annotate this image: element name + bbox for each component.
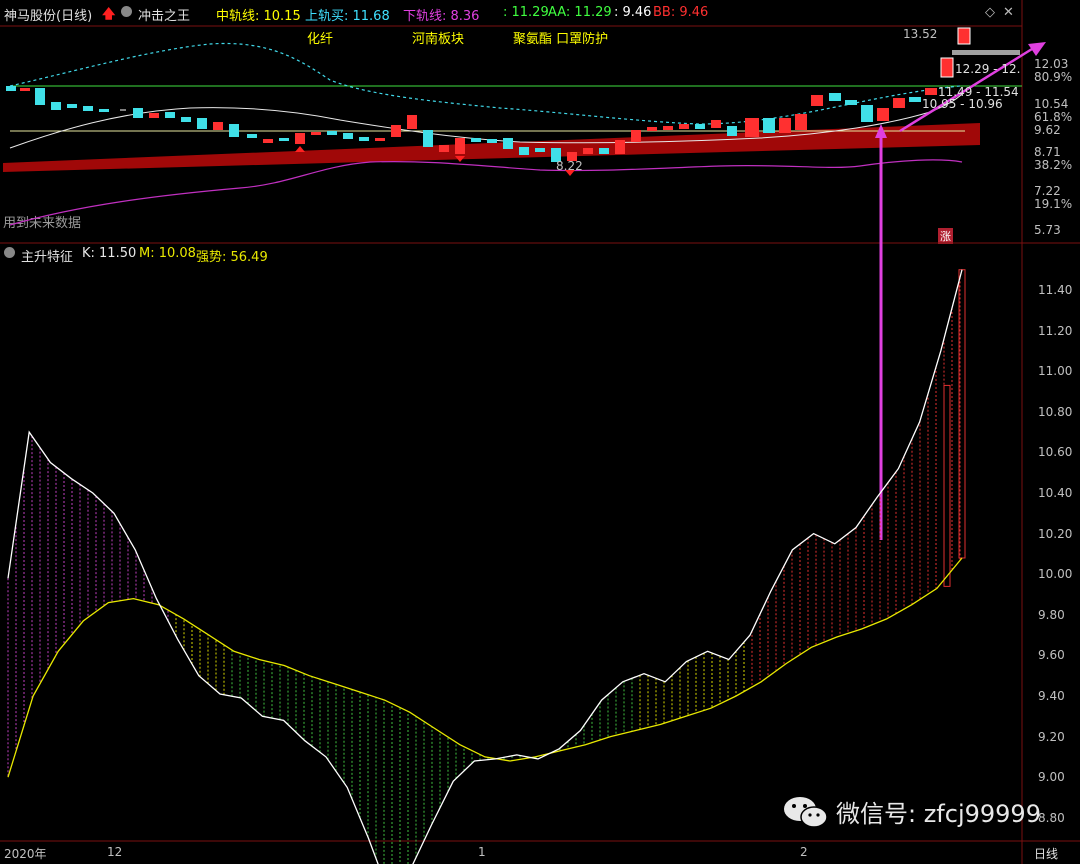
lower-channel-band	[3, 123, 980, 172]
wechat-icon	[784, 797, 828, 828]
chart-window: 神马股份(日线) 🡅 冲击之王 中轨线: 10.15 上轨买: 11.68 下轨…	[0, 0, 1080, 864]
m-line	[7, 557, 963, 778]
sub-chart	[7, 269, 966, 864]
watermark: 微信号: zfcj99999	[836, 800, 1041, 828]
main-axis-tick: 8.71	[1034, 145, 1061, 159]
sub-axis-tick: 11.40	[1038, 283, 1073, 297]
sub-indicator-name[interactable]: 主升特征	[21, 246, 73, 265]
sub-axis-tick: 9.20	[1038, 729, 1065, 744]
period-label[interactable]: 日线	[1034, 845, 1058, 862]
sub-axis-tick: 8.80	[1038, 810, 1065, 825]
sub-axis-tick: 9.60	[1038, 648, 1065, 663]
main-axis-tick: 10.54	[1034, 97, 1069, 111]
main-axis-tick: 80.9%	[1034, 70, 1073, 84]
low-price-label: 8.22	[556, 159, 583, 173]
sub-circle-icon[interactable]	[4, 246, 15, 261]
date-tick-1: 2020年	[4, 847, 47, 861]
k-line	[7, 269, 963, 864]
main-axis-tick: 5.73	[1034, 223, 1061, 237]
sub-axis-tick: 10.60	[1038, 445, 1073, 460]
high-price-label: 13.52	[903, 27, 938, 41]
range-label-3: 10.95 - 10.96	[922, 97, 1003, 111]
sub-axis-tick: 9.80	[1038, 607, 1065, 622]
m-value-label: M: 10.08	[139, 246, 196, 261]
sub-header: 主升特征 K: 11.50 M: 10.08 强势: 56.49	[0, 243, 1022, 265]
strength-bar	[943, 384, 951, 587]
sub-axis-tick: 11.20	[1038, 323, 1073, 338]
date-tick-3: 1	[478, 845, 486, 859]
range-bar	[952, 50, 1020, 55]
sub-axis-tick: 10.80	[1038, 404, 1073, 419]
main-axis-tick: 61.8%	[1034, 110, 1073, 124]
sub-axis-tick: 10.20	[1038, 526, 1073, 541]
main-axis-tick: 19.1%	[1034, 197, 1073, 211]
main-axis-tick: 12.03	[1034, 57, 1069, 71]
sub-axis-tick: 9.00	[1038, 770, 1065, 785]
date-tick-4: 2	[800, 845, 808, 859]
k-value-label: K: 11.50	[82, 246, 137, 261]
date-tick-2: 12	[107, 845, 123, 859]
sub-axis-tick: 10.00	[1038, 567, 1073, 582]
main-axis-tick: 9.62	[1034, 123, 1061, 137]
price-panel-svg	[0, 0, 1080, 864]
sub-axis-tick: 9.40	[1038, 689, 1065, 703]
sub-axis-tick: 10.40	[1038, 486, 1073, 500]
lower-band-curve	[9, 159, 963, 226]
main-axis-tick: 38.2%	[1034, 158, 1073, 172]
buy-arrow-icon	[295, 146, 305, 152]
sub-axis-tick: 11.00	[1038, 364, 1073, 379]
range-label-1: 12.29 - 12.	[955, 62, 1021, 76]
strength-label: 强势: 56.49	[196, 250, 268, 265]
main-axis-tick: 7.22	[1034, 184, 1061, 198]
